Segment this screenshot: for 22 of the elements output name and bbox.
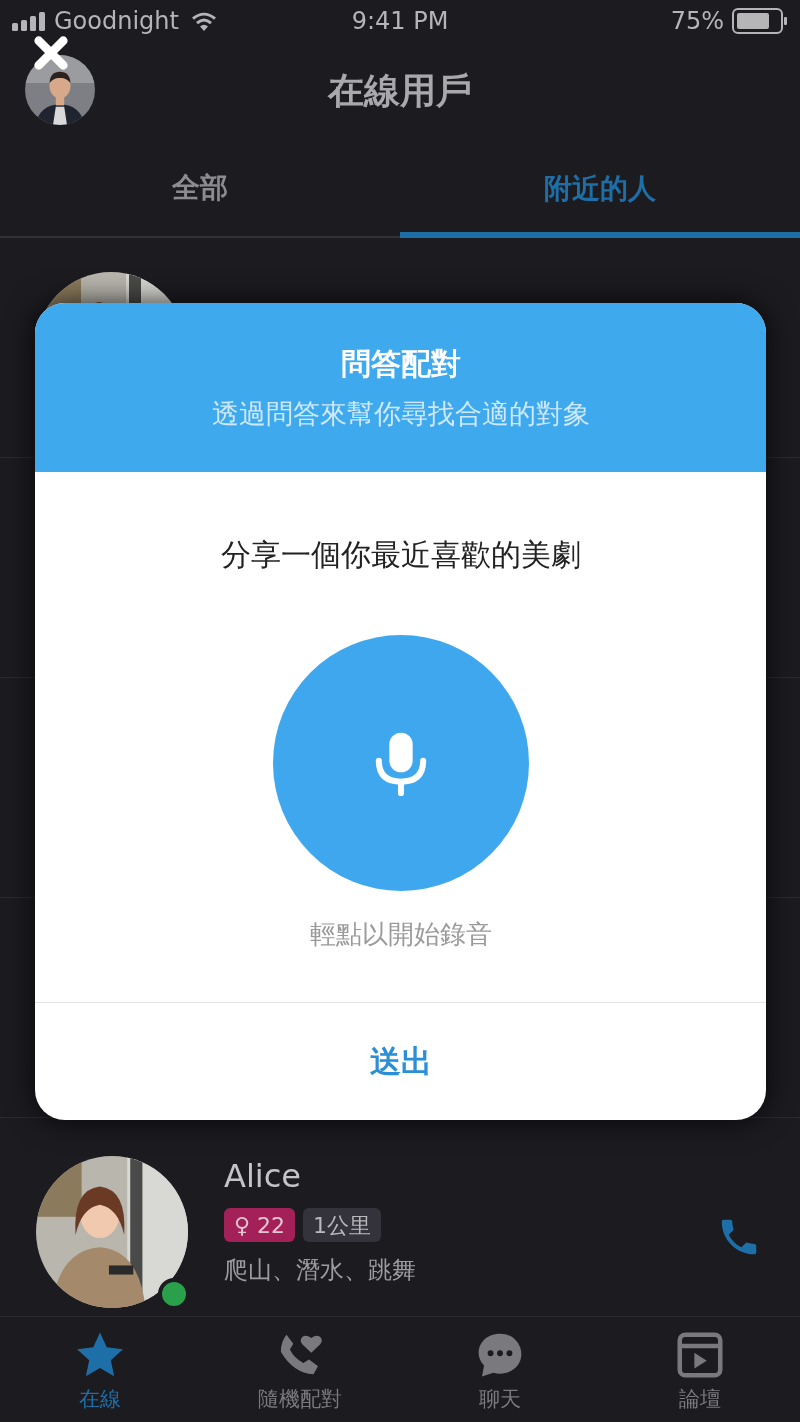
- record-hint: 輕點以開始錄音: [309, 918, 492, 951]
- nav-tab[interactable]: 在線: [0, 1317, 200, 1420]
- nav-tab[interactable]: 聊天: [400, 1317, 600, 1420]
- tab[interactable]: 附近的人: [400, 140, 800, 238]
- age-tag: ♀ 22: [224, 1208, 296, 1242]
- user-name: Alice: [224, 1156, 302, 1196]
- dialog-title: 問答配對: [340, 344, 461, 383]
- send-button[interactable]: 送出: [35, 1002, 766, 1120]
- signal-icon: [12, 11, 46, 31]
- battery-percent: 75%: [670, 6, 724, 37]
- question-text: 分享一個你最近喜歡的美劇: [220, 536, 581, 574]
- battery-icon: [732, 8, 788, 34]
- tab[interactable]: 全部: [0, 140, 400, 236]
- distance-tag: 1公里: [303, 1208, 382, 1242]
- carrier-name: Goodnight: [54, 6, 179, 37]
- page-title: 在線用戶: [328, 69, 472, 113]
- nav-tab[interactable]: 論壇: [600, 1317, 800, 1420]
- status-time: 9:41 PM: [351, 6, 449, 37]
- dialog-subtitle: 透過問答來幫你尋找合適的對象: [211, 396, 590, 431]
- nav-tab[interactable]: 隨機配對: [200, 1317, 400, 1420]
- wifi-icon: [190, 11, 217, 31]
- user-interests: 爬山、潛水、跳舞: [224, 1255, 416, 1286]
